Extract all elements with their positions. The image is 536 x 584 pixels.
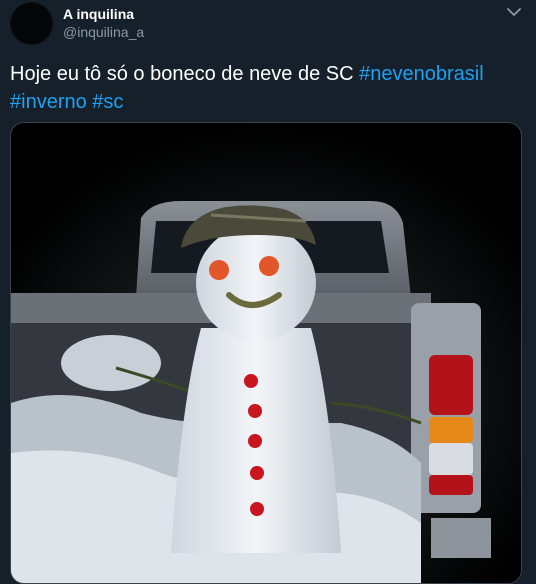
hashtag-sc[interactable]: #sc [92, 91, 123, 113]
tweet-text-body: Hoje eu tô só o boneco de neve de SC [10, 63, 360, 85]
chevron-down-icon[interactable] [505, 5, 523, 19]
author-handle[interactable]: @inquilina_a [63, 24, 144, 40]
tweet-card: A inquilina @inquilina_a Hoje eu tô só o… [0, 0, 536, 584]
hashtag-nevenobrasil[interactable]: #nevenobrasil [359, 63, 484, 85]
tweet-text: Hoje eu tô só o boneco de neve de SC #ne… [10, 60, 520, 116]
author-name[interactable]: A inquilina [63, 6, 134, 22]
avatar[interactable] [10, 2, 53, 45]
tweet-photo[interactable] [10, 122, 522, 584]
hashtag-inverno[interactable]: #inverno [10, 91, 87, 113]
